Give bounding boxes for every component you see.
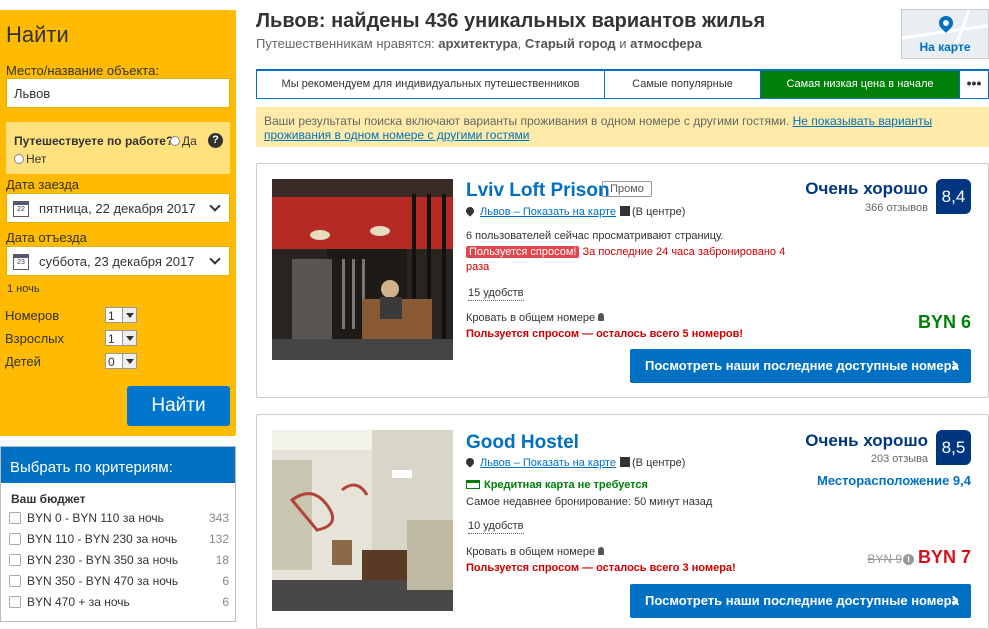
in-demand-badge: Пользуется спросом!	[466, 246, 580, 258]
show-on-map-button[interactable]: На карте	[901, 9, 989, 59]
info-icon[interactable]: i	[903, 554, 914, 565]
calendar-icon: 23	[13, 254, 29, 270]
business-trip-yes[interactable]: Да	[170, 134, 197, 148]
checkin-date-field[interactable]: 22 пятница, 22 декабря 2017	[6, 193, 230, 223]
children-select[interactable]: 0	[105, 353, 137, 369]
rooms-left-warning: Пользуется спросом — осталось всего 3 но…	[466, 562, 736, 574]
review-score-word: Очень хорошо	[805, 431, 928, 450]
dropdown-arrow-icon	[122, 308, 136, 322]
tab-recommended[interactable]: Мы рекомендуем для индивидуальных путеше…	[257, 71, 605, 98]
tab-lowest-price[interactable]: Самая низкая цена в начале	[761, 71, 960, 98]
checkbox[interactable]	[9, 554, 21, 566]
review-score-word: Очень хорошо	[805, 179, 928, 198]
radio-icon	[170, 136, 180, 146]
checkbox[interactable]	[9, 596, 21, 608]
checkbox[interactable]	[9, 533, 21, 545]
destination-value: Львов	[14, 86, 51, 101]
person-icon	[598, 547, 605, 555]
map-label: На карте	[919, 40, 971, 54]
filters-panel: Выбрать по критериям: Ваш бюджет BYN 0 -…	[0, 446, 236, 622]
business-trip-no[interactable]: Нет	[14, 152, 46, 166]
old-price: BYN 9	[867, 552, 902, 566]
rooms-label: Номеров	[5, 308, 60, 323]
results-subtitle: Путешественникам нравятся: архитектура, …	[256, 36, 702, 51]
hotel-card: Lviv Loft Prison Промо Львов – Показать …	[256, 163, 989, 398]
hotel-name-link[interactable]: Good Hostel	[466, 432, 579, 454]
help-icon[interactable]: ?	[208, 133, 223, 148]
review-count[interactable]: 366 отзывов	[865, 202, 928, 214]
adults-select[interactable]: 1	[105, 330, 137, 346]
radio-icon	[14, 154, 24, 164]
hotel-location: Львов – Показать на карте (В центре)	[464, 205, 685, 218]
checkout-date-field[interactable]: 23 суббота, 23 декабря 2017	[6, 246, 230, 276]
city-center-icon	[620, 206, 631, 216]
budget-option[interactable]: BYN 470 + за ночь 6	[9, 595, 229, 611]
hotel-photo[interactable]	[272, 430, 453, 611]
checkin-value: пятница, 22 декабря 2017	[39, 201, 196, 216]
dropdown-arrow-icon	[122, 354, 136, 368]
review-score-badge: 8,4	[936, 179, 971, 214]
room-type: Кровать в общем номере	[466, 546, 605, 558]
price: BYN 6	[917, 312, 971, 332]
location-score: Месторасположение 9,4	[816, 473, 971, 488]
checkout-value: суббота, 23 декабря 2017	[39, 254, 195, 269]
shared-room-notice: Ваши результаты поиска включают варианты…	[256, 107, 989, 147]
hotel-card: Good Hostel Львов – Показать на карте (В …	[256, 414, 989, 629]
last-booking: Самое недавнее бронирование: 50 минут на…	[466, 496, 713, 508]
hotel-location: Львов – Показать на карте (В центре)	[464, 456, 685, 469]
promo-badge: Промо	[602, 181, 652, 197]
hotel-name-link[interactable]: Lviv Loft Prison	[466, 180, 610, 202]
location-pin-icon	[464, 205, 476, 217]
see-availability-button[interactable]: Посмотреть наши последние доступные номе…	[630, 584, 971, 618]
checkin-label: Дата заезда	[6, 177, 80, 192]
results-title: Львов: найдены 436 уникальных вариантов …	[256, 10, 766, 32]
no-credit-card-required: Кредитная карта не требуется	[466, 479, 648, 491]
checkbox[interactable]	[9, 575, 21, 587]
filters-header: Выбрать по критериям:	[1, 447, 235, 483]
notice-text: Ваши результаты поиска включают варианты…	[264, 114, 790, 128]
chevron-down-icon	[209, 200, 221, 212]
budget-option[interactable]: BYN 350 - BYN 470 за ночь 6	[9, 574, 229, 590]
adults-label: Взрослых	[5, 331, 65, 346]
chevron-down-icon	[209, 253, 221, 265]
hotel-photo[interactable]	[272, 179, 453, 360]
business-trip-box: Путешествуете по работе? Да ? Нет	[6, 122, 230, 174]
person-icon	[598, 313, 605, 321]
business-trip-question: Путешествуете по работе?	[14, 134, 174, 148]
dropdown-arrow-icon	[122, 331, 136, 345]
budget-option[interactable]: BYN 230 - BYN 350 за ночь 18	[9, 553, 229, 569]
destination-input[interactable]: Львов	[6, 78, 230, 108]
review-score-badge: 8,5	[936, 430, 971, 465]
search-title: Найти	[6, 22, 69, 47]
booking-activity: Пользуется спросом! За последние 24 часа…	[466, 245, 786, 275]
calendar-icon: 22	[13, 201, 29, 217]
checkout-label: Дата отъезда	[6, 230, 87, 245]
nights-count: 1 ночь	[7, 283, 40, 295]
children-label: Детей	[5, 354, 41, 369]
budget-option[interactable]: BYN 0 - BYN 110 за ночь 343	[9, 511, 229, 527]
facilities-link[interactable]: 10 удобств	[468, 520, 524, 534]
rooms-left-warning: Пользуется спросом — осталось всего 5 но…	[466, 328, 744, 340]
show-on-map-link[interactable]: Львов – Показать на карте	[480, 206, 616, 218]
destination-label: Место/название объекта:	[6, 63, 159, 78]
location-pin-icon	[464, 456, 476, 468]
room-type: Кровать в общем номере	[466, 312, 605, 324]
rooms-select[interactable]: 1	[105, 307, 137, 323]
see-availability-button[interactable]: Посмотреть наши последние доступные номе…	[630, 349, 971, 383]
search-submit-button[interactable]: Найти	[127, 386, 230, 426]
city-center-icon	[620, 457, 631, 467]
budget-option[interactable]: BYN 110 - BYN 230 за ночь 132	[9, 532, 229, 548]
show-on-map-link[interactable]: Львов – Показать на карте	[480, 457, 616, 469]
budget-title: Ваш бюджет	[11, 492, 86, 506]
more-options-icon[interactable]: •••	[960, 71, 988, 98]
sort-tabs: Мы рекомендуем для индивидуальных путеше…	[256, 69, 989, 99]
checkbox[interactable]	[9, 512, 21, 524]
price: BYN 7	[917, 547, 971, 567]
facilities-link[interactable]: 15 удобств	[468, 287, 524, 301]
credit-card-icon	[466, 480, 480, 489]
tab-popular[interactable]: Самые популярные	[605, 71, 761, 98]
search-panel: Найти Место/название объекта: Львов Путе…	[0, 10, 236, 436]
review-count[interactable]: 203 отзыва	[871, 453, 928, 465]
viewing-now: 6 пользователей сейчас просматривают стр…	[466, 230, 724, 242]
